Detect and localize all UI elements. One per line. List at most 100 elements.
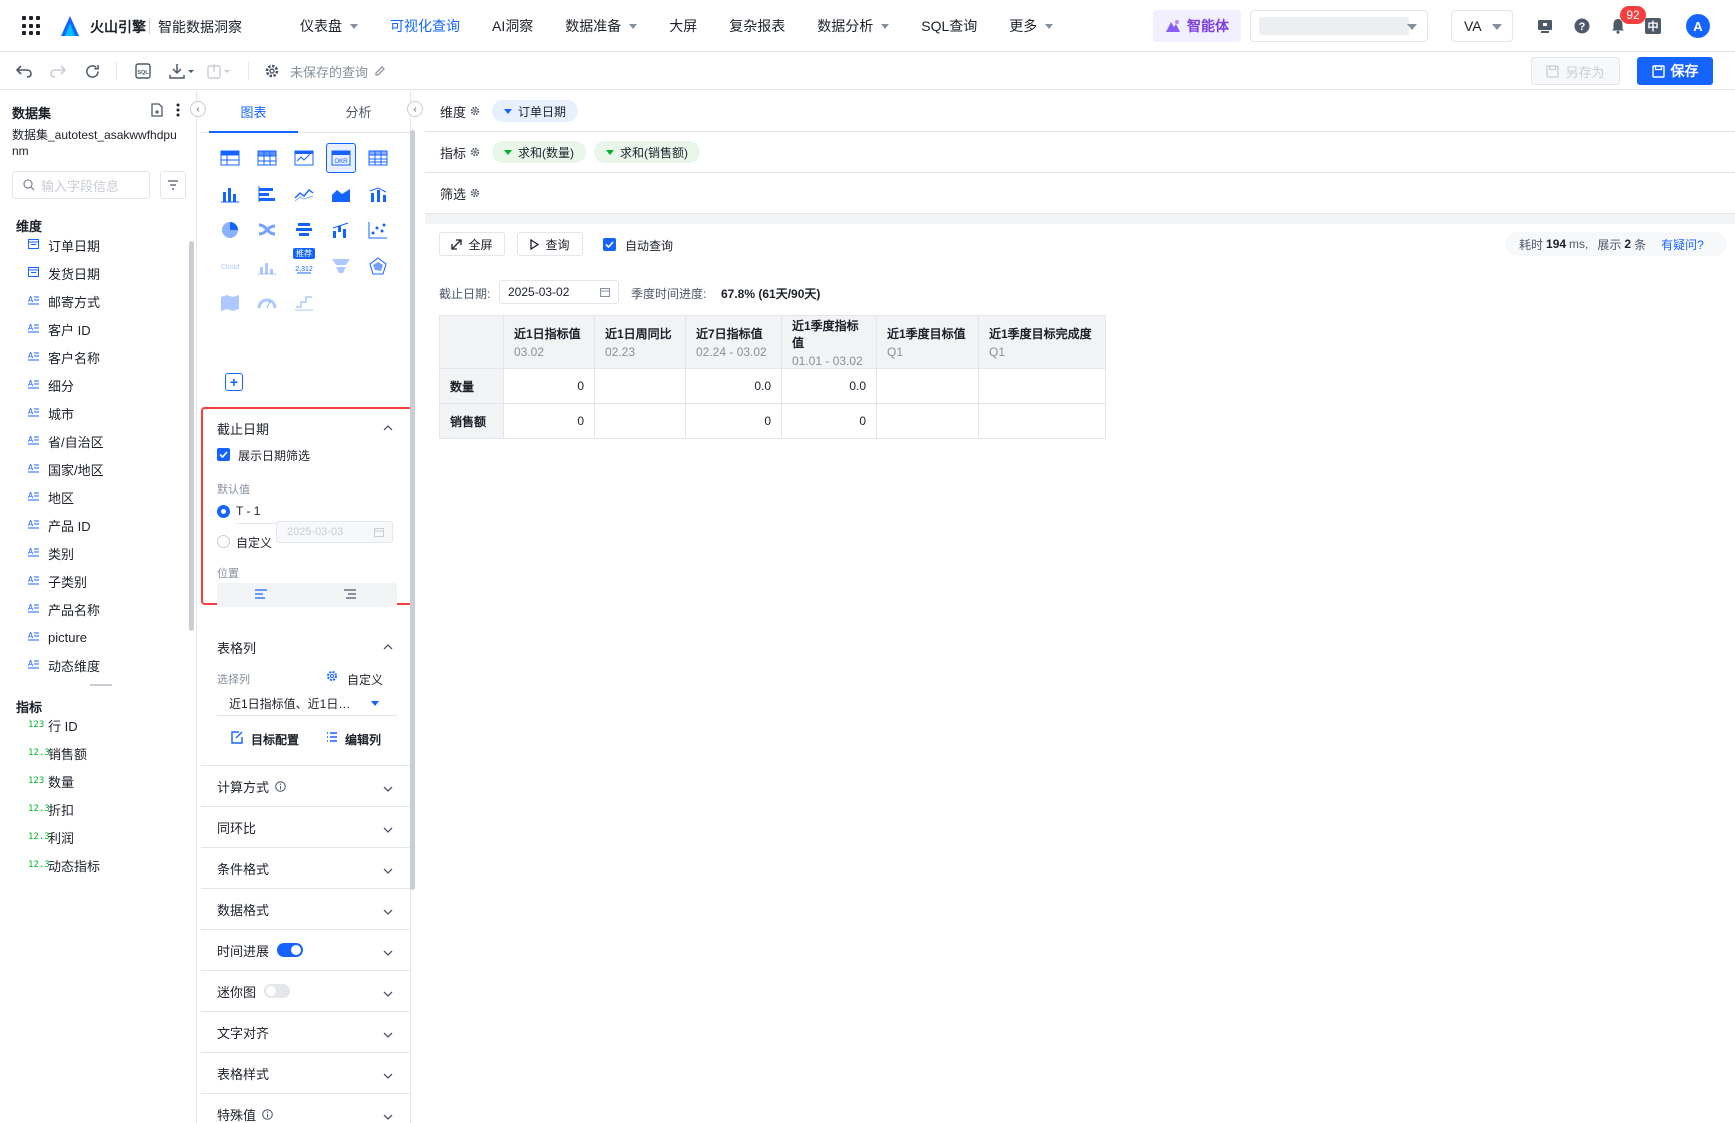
table-header-cell[interactable]: 近1季度指标值 01.01 - 03.02 (781, 315, 877, 369)
table-chart-icon[interactable] (215, 143, 245, 173)
nav-item-8[interactable]: 更多 (1009, 0, 1054, 52)
chevron-down-icon[interactable] (383, 987, 393, 997)
config-section-2[interactable]: 条件格式 (201, 848, 410, 889)
edit-icon[interactable] (372, 61, 388, 81)
histogram-icon[interactable] (252, 251, 282, 281)
chevron-down-icon[interactable] (383, 823, 393, 833)
nav-item-0[interactable]: 仪表盘 (300, 0, 358, 52)
toggle-switch[interactable] (264, 984, 291, 998)
config-section-6[interactable]: 文字对齐 (201, 1012, 410, 1053)
dataset-file-icon[interactable] (151, 103, 164, 120)
auto-query-checkbox[interactable] (603, 238, 616, 251)
collapse-config-icon[interactable]: ‹ (407, 101, 423, 117)
field-item[interactable]: 123 行 ID (0, 711, 185, 739)
chevron-down-icon[interactable] (383, 905, 393, 915)
config-scrollbar[interactable] (410, 130, 415, 890)
table-header-cell[interactable]: 近1季度目标值 Q1 (876, 315, 979, 369)
field-item[interactable]: A 客户名称 (0, 343, 185, 371)
tab-analysis[interactable]: 分析 (306, 91, 410, 132)
user-avatar[interactable]: A (1686, 14, 1710, 38)
sankey-chart-icon[interactable] (252, 215, 282, 245)
selected-columns-value[interactable]: 近1日指标值、近1日… (229, 695, 379, 712)
field-item[interactable]: 12.3 折扣 (0, 795, 185, 823)
area-chart-icon[interactable] (326, 179, 356, 209)
okr-table-icon[interactable]: OKR (326, 143, 356, 173)
field-item[interactable]: 12.3 销售额 (0, 739, 185, 767)
table-header-cell[interactable]: 近7日指标值 02.24 - 03.02 (685, 315, 782, 369)
filter-shelf[interactable]: 筛选 (425, 173, 1735, 214)
waterfall-chart-icon[interactable] (326, 215, 356, 245)
field-search-input[interactable]: 输入字段信息 (12, 171, 150, 199)
redo-icon[interactable] (48, 61, 68, 81)
config-section-0[interactable]: 计算方式 (201, 766, 410, 807)
field-item[interactable]: A 类别 (0, 539, 185, 567)
indicator-card-icon[interactable]: 2,312 推荐 (289, 248, 319, 281)
chevron-up-icon[interactable] (383, 642, 393, 652)
nav-item-2[interactable]: AI洞察 (492, 0, 533, 52)
combo-chart-icon[interactable] (363, 179, 393, 209)
field-item[interactable]: 123 数量 (0, 767, 185, 795)
toggle-switch[interactable] (277, 943, 304, 957)
field-item[interactable]: A 子类别 (0, 567, 185, 595)
field-item[interactable]: A 细分 (0, 371, 185, 399)
field-item[interactable]: A 邮寄方式 (0, 287, 185, 315)
app-launcher-icon[interactable] (22, 16, 42, 36)
metric-pill[interactable]: 求和(销售额) (594, 141, 700, 163)
chevron-down-icon[interactable] (371, 701, 379, 706)
download-icon[interactable] (166, 61, 198, 81)
radio-t-minus-1[interactable] (217, 505, 230, 518)
field-item[interactable]: A 省/自治区 (0, 427, 185, 455)
pie-chart-icon[interactable] (215, 215, 245, 245)
chevron-down-icon[interactable] (383, 864, 393, 874)
query-button[interactable]: 查询 (517, 232, 583, 256)
scatter-chart-icon[interactable] (363, 215, 393, 245)
screen-icon[interactable] (1535, 16, 1555, 36)
field-item[interactable]: A 城市 (0, 399, 185, 427)
align-left-icon[interactable] (254, 589, 268, 599)
trend-table-icon[interactable] (289, 143, 319, 173)
edit-columns-button[interactable]: 编辑列 (345, 731, 381, 748)
field-item[interactable]: A 产品 ID (0, 511, 185, 539)
field-item[interactable]: A 产品名称 (0, 595, 185, 623)
chevron-up-icon[interactable] (383, 423, 393, 433)
panel-split-handle[interactable] (90, 684, 112, 686)
config-section-8[interactable]: 特殊值 (201, 1094, 410, 1123)
gear-icon[interactable] (262, 61, 282, 81)
config-section-4[interactable]: 时间进展 (201, 930, 410, 971)
query-name[interactable]: 未保存的查询 (290, 62, 368, 81)
metric-pill[interactable]: 求和(数量) (492, 141, 586, 163)
radar-chart-icon[interactable] (363, 251, 393, 281)
field-item[interactable]: A 动态维度 (0, 651, 185, 679)
word-cloud-icon[interactable]: Cloud (215, 251, 245, 281)
custom-columns-link[interactable]: 自定义 (347, 671, 383, 688)
help-icon[interactable]: ? (1572, 16, 1592, 36)
custom-date-input[interactable]: 2025-03-03 (276, 521, 393, 543)
cutoff-date-picker[interactable]: 2025-03-02 (499, 280, 619, 304)
pivot-table-icon[interactable] (252, 143, 282, 173)
config-section-3[interactable]: 数据格式 (201, 889, 410, 930)
field-item[interactable]: 发货日期 (0, 259, 185, 287)
nav-item-3[interactable]: 数据准备 (565, 0, 638, 52)
dimension-scrollbar[interactable] (189, 241, 194, 631)
field-item[interactable]: A 客户 ID (0, 315, 185, 343)
config-section-5[interactable]: 迷你图 (201, 971, 410, 1012)
show-date-filter-checkbox[interactable] (217, 448, 230, 461)
nav-item-4[interactable]: 大屏 (669, 0, 697, 52)
radio-custom[interactable] (217, 535, 230, 548)
field-filter-button[interactable] (160, 171, 186, 199)
agent-button[interactable]: 智能体 (1153, 10, 1241, 42)
chevron-down-icon[interactable] (383, 782, 393, 792)
field-item[interactable]: 订单日期 (0, 231, 185, 259)
field-item[interactable]: 12.3 动态指标 (0, 851, 185, 879)
nav-item-6[interactable]: 数据分析 (817, 0, 890, 52)
field-item[interactable]: 12.3 利润 (0, 823, 185, 851)
refresh-icon[interactable] (82, 61, 102, 81)
dimension-pill[interactable]: 订单日期 (492, 100, 579, 122)
nav-item-5[interactable]: 复杂报表 (729, 0, 785, 52)
field-item[interactable]: A 国家/地区 (0, 455, 185, 483)
field-item[interactable]: A 地区 (0, 483, 185, 511)
tab-chart[interactable]: 图表 (201, 91, 306, 133)
chevron-down-icon[interactable] (383, 946, 393, 956)
gauge-chart-icon[interactable] (252, 287, 282, 317)
sql-icon[interactable]: SQL (133, 61, 153, 81)
